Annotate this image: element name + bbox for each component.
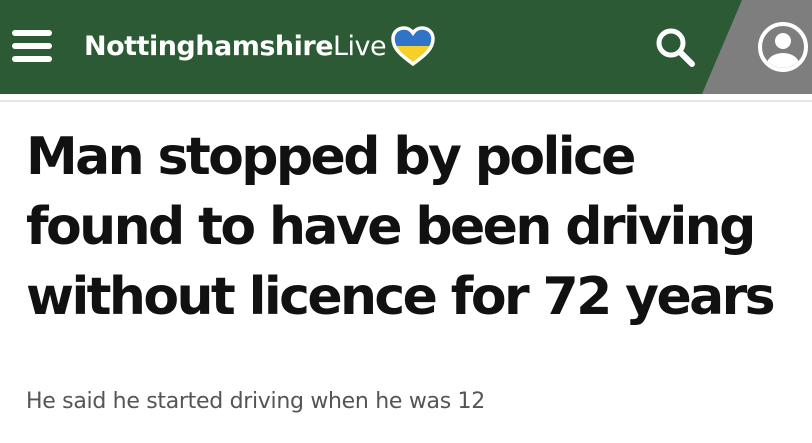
header-divider <box>0 100 812 102</box>
menu-line <box>12 43 52 49</box>
search-icon <box>656 28 695 67</box>
site-header: Nottinghamshire Live <box>0 0 812 94</box>
site-logo-link[interactable]: Nottinghamshire Live <box>84 24 436 68</box>
article-headline: Man stopped by police found to have been… <box>26 127 776 327</box>
hamburger-menu-icon[interactable] <box>12 26 56 66</box>
account-button[interactable] <box>756 20 810 74</box>
user-account-icon <box>758 22 808 72</box>
article-standfirst: He said he started driving when he was 1… <box>26 389 485 414</box>
search-button[interactable] <box>652 24 698 70</box>
brand-name-bold: Nottinghamshire <box>84 30 334 62</box>
menu-line <box>12 30 52 36</box>
brand-name-light: Live <box>333 30 387 62</box>
menu-line <box>12 56 52 62</box>
ukraine-heart-icon <box>391 26 435 67</box>
